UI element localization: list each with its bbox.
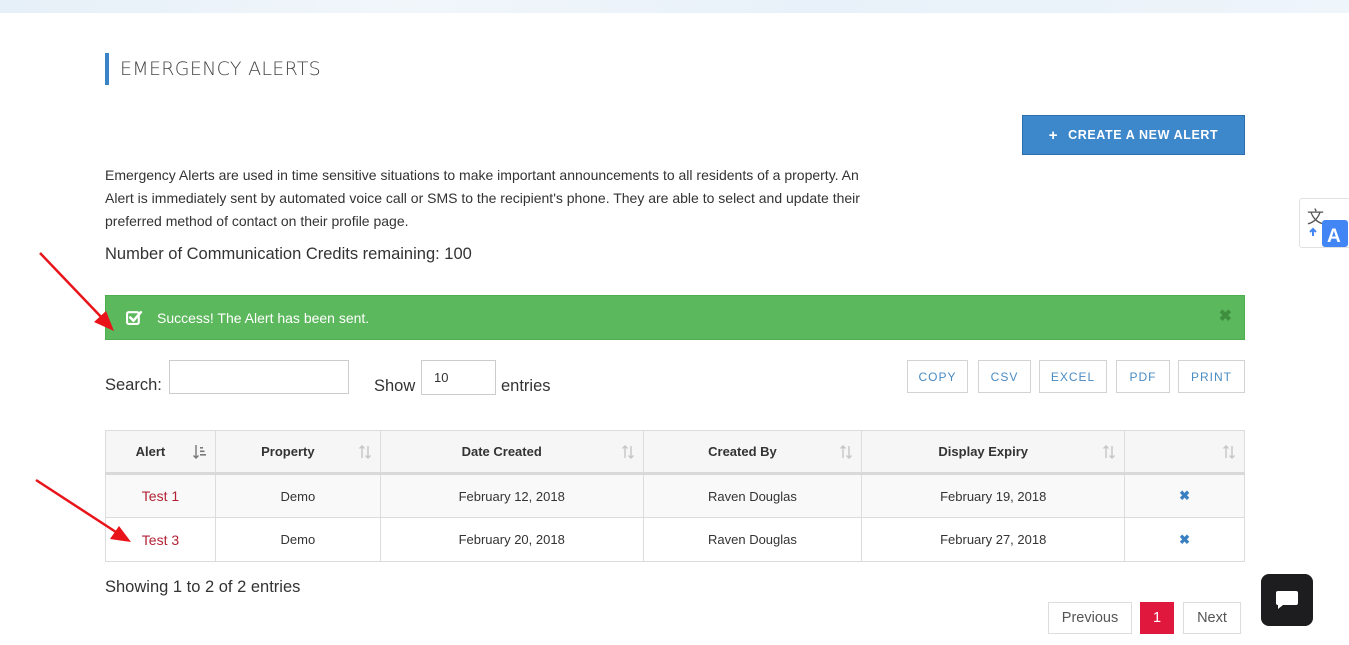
pdf-button[interactable]: PDF xyxy=(1116,360,1170,393)
show-label: Show xyxy=(374,377,416,395)
svg-text:A: A xyxy=(1327,226,1341,247)
delete-icon[interactable]: ✖ xyxy=(1179,532,1190,547)
chat-bubble-icon xyxy=(1276,591,1298,609)
sort-arrows-icon xyxy=(840,445,853,459)
column-header-display-expiry[interactable]: Display Expiry xyxy=(861,430,1126,475)
entries-per-page-input[interactable] xyxy=(421,360,496,395)
column-header-alert[interactable]: Alert xyxy=(105,430,216,475)
close-icon[interactable]: ✖ xyxy=(1219,308,1232,326)
google-translate-icon: 文 A xyxy=(1307,208,1348,247)
column-header-actions[interactable] xyxy=(1124,430,1245,475)
alert-link[interactable]: Test 3 xyxy=(142,532,179,548)
column-header-property[interactable]: Property xyxy=(214,430,381,475)
alerts-table: Alert Property Date Created Created By D… xyxy=(105,430,1245,562)
sort-amount-asc-icon xyxy=(192,445,206,459)
table-row: Test 3 Demo February 20, 2018 Raven Doug… xyxy=(105,517,1245,562)
column-label: Created By xyxy=(708,444,777,459)
cell-alert: Test 3 xyxy=(105,517,216,562)
cell-actions: ✖ xyxy=(1124,473,1245,518)
sort-arrows-icon xyxy=(1223,445,1235,459)
success-message: Success! The Alert has been sent. xyxy=(157,309,370,326)
svg-text:文: 文 xyxy=(1307,208,1324,228)
plus-icon: + xyxy=(1048,126,1059,144)
column-label: Alert xyxy=(135,444,166,459)
column-header-date-created[interactable]: Date Created xyxy=(379,430,644,475)
next-page-button[interactable]: Next xyxy=(1183,602,1241,634)
sort-arrows-icon xyxy=(1103,445,1116,459)
cell-created-by: Raven Douglas xyxy=(642,473,863,518)
cell-display-expiry: February 27, 2018 xyxy=(861,517,1126,562)
column-label: Date Created xyxy=(461,444,542,459)
print-button[interactable]: PRINT xyxy=(1178,360,1245,393)
csv-button[interactable]: CSV xyxy=(978,360,1031,393)
cell-property: Demo xyxy=(214,473,381,518)
search-label: Search: xyxy=(105,376,162,394)
column-header-created-by[interactable]: Created By xyxy=(642,430,863,475)
sort-arrows-icon xyxy=(358,445,371,459)
page-title: EMERGENCY ALERTS xyxy=(105,53,321,85)
table-header-row: Alert Property Date Created Created By D… xyxy=(105,430,1245,475)
showing-entries-info: Showing 1 to 2 of 2 entries xyxy=(105,578,301,596)
table-row: Test 1 Demo February 12, 2018 Raven Doug… xyxy=(105,473,1245,518)
page-description: Emergency Alerts are used in time sensit… xyxy=(105,167,860,229)
chat-widget-button[interactable] xyxy=(1261,574,1313,626)
create-new-alert-button[interactable]: + CREATE A NEW ALERT xyxy=(1022,115,1245,155)
check-square-icon xyxy=(126,310,143,325)
cell-date-created: February 12, 2018 xyxy=(379,473,644,518)
excel-button[interactable]: EXCEL xyxy=(1039,360,1107,393)
delete-icon[interactable]: ✖ xyxy=(1179,488,1190,503)
cell-created-by: Raven Douglas xyxy=(642,517,863,562)
entries-label: entries xyxy=(501,377,551,395)
credits-remaining: Number of Communication Credits remainin… xyxy=(105,245,472,263)
alert-link[interactable]: Test 1 xyxy=(142,488,179,504)
success-alert: Success! The Alert has been sent. ✖ xyxy=(105,295,1245,340)
cell-actions: ✖ xyxy=(1124,517,1245,562)
copy-button[interactable]: COPY xyxy=(907,360,968,393)
previous-page-button[interactable]: Previous xyxy=(1048,602,1132,634)
column-label: Display Expiry xyxy=(938,444,1029,459)
top-decorative-band xyxy=(0,0,1349,13)
annotation-arrow xyxy=(39,252,114,331)
cell-display-expiry: February 19, 2018 xyxy=(861,473,1126,518)
search-input[interactable] xyxy=(169,360,349,394)
cell-date-created: February 20, 2018 xyxy=(379,517,644,562)
page-1-button[interactable]: 1 xyxy=(1140,602,1174,634)
sort-arrows-icon xyxy=(621,445,634,459)
create-button-label: CREATE A NEW ALERT xyxy=(1068,128,1219,142)
cell-alert: Test 1 xyxy=(105,473,216,518)
cell-property: Demo xyxy=(214,517,381,562)
translate-widget[interactable]: 文 A xyxy=(1299,198,1349,248)
column-label: Property xyxy=(261,444,315,459)
